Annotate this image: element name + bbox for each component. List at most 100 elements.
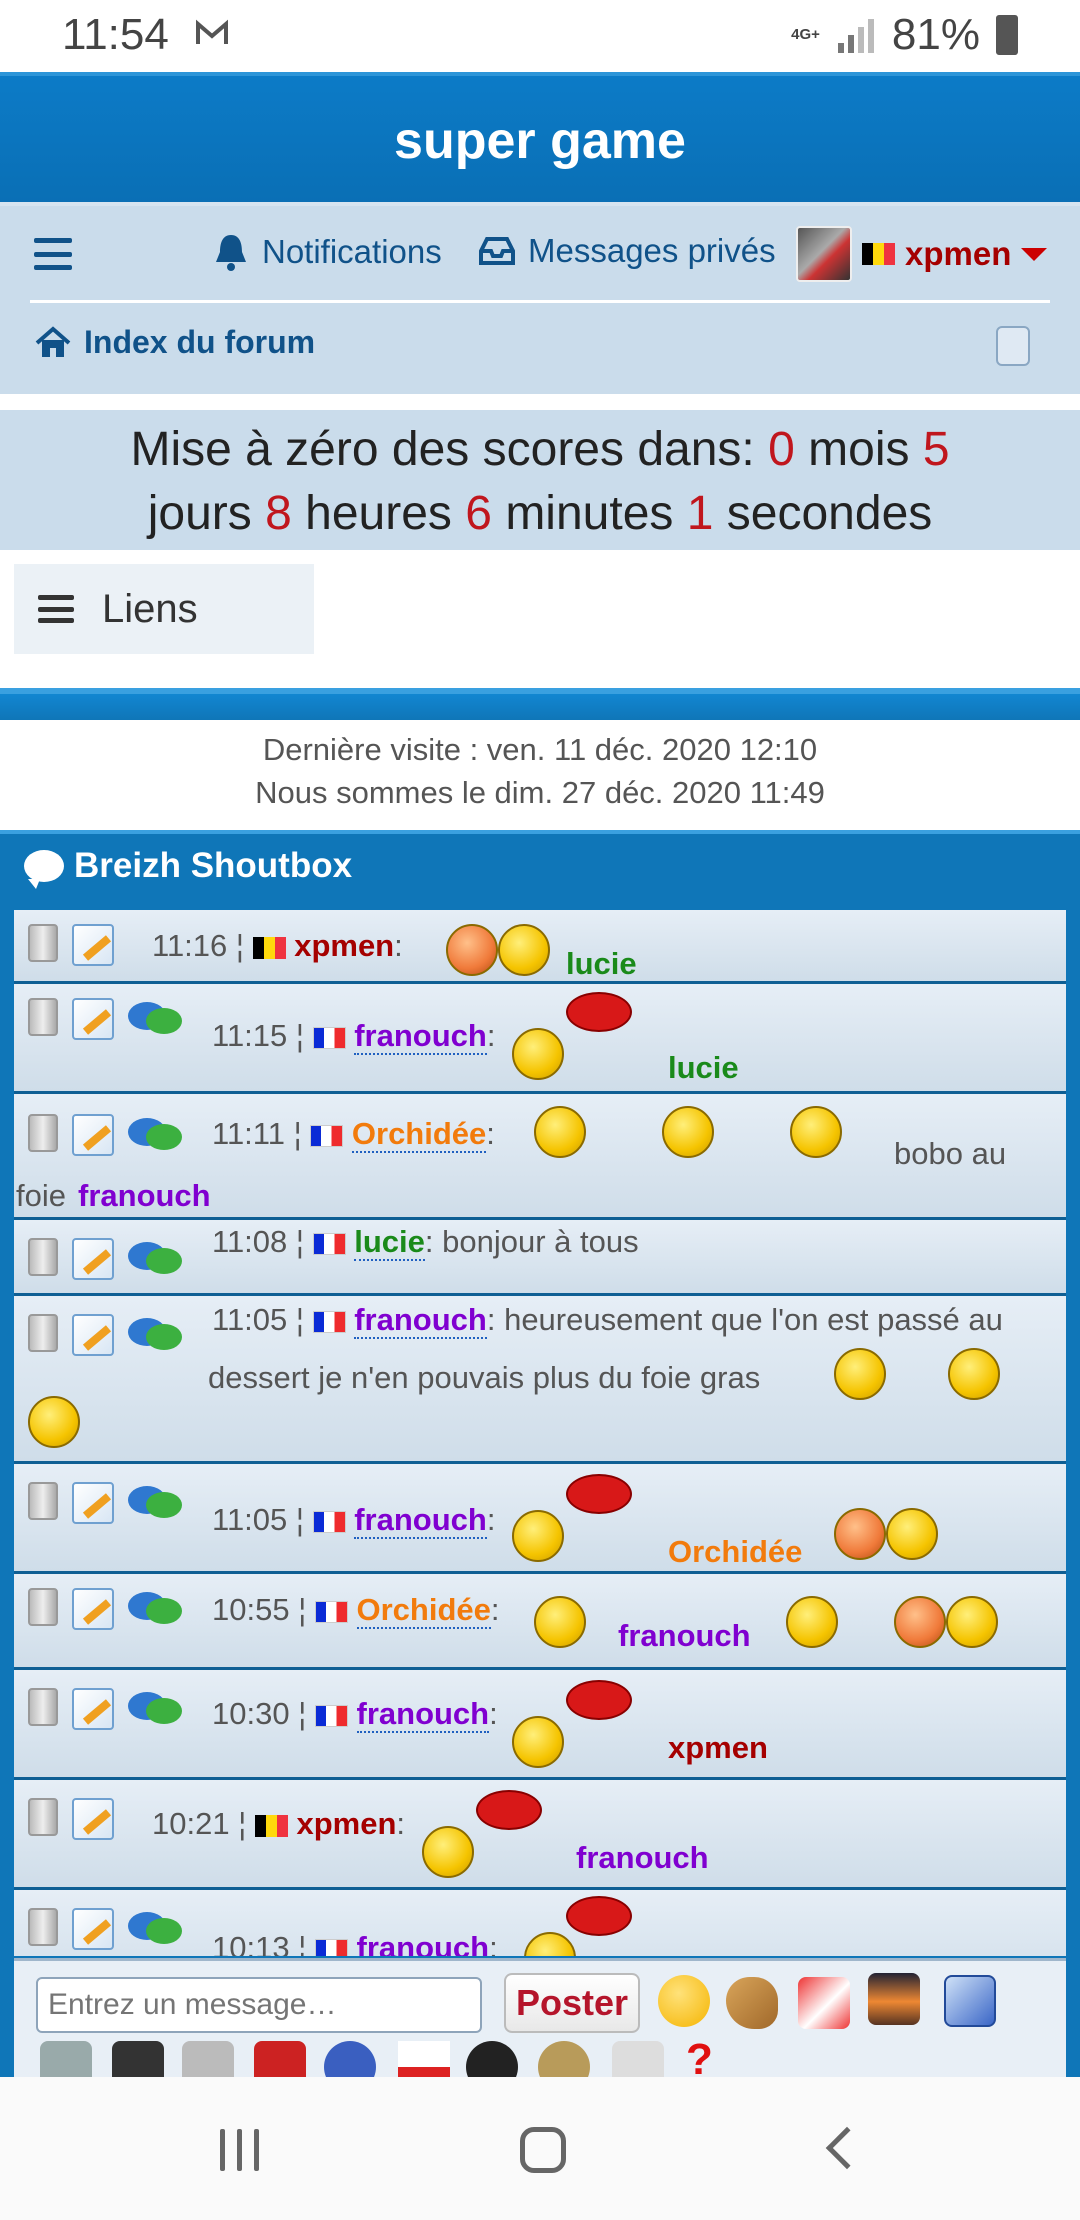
reply-icon[interactable] xyxy=(128,1688,184,1728)
edit-icon[interactable] xyxy=(72,1314,114,1356)
shout-user[interactable]: xpmen xyxy=(297,1806,397,1841)
shout-row: 11:05 ¦ franouch: heureusement que l'on … xyxy=(14,1296,1066,1464)
palette-icon[interactable] xyxy=(726,1977,778,2029)
edit-icon[interactable] xyxy=(72,1798,114,1840)
screen-icon[interactable] xyxy=(944,1975,996,2027)
shout-header: 10:55 ¦ Orchidée: xyxy=(212,1592,500,1629)
format-icon[interactable] xyxy=(798,1977,850,2029)
shout-user[interactable]: Orchidée xyxy=(356,1592,491,1629)
edit-icon[interactable] xyxy=(72,998,114,1040)
megaphone-icon[interactable] xyxy=(254,2041,306,2077)
reply-icon[interactable] xyxy=(128,1482,184,1522)
user-menu[interactable]: xpmen xyxy=(796,226,1048,282)
reply-icon[interactable] xyxy=(128,1908,184,1948)
reply-icon[interactable] xyxy=(128,998,184,1038)
avatar[interactable] xyxy=(796,226,852,282)
links-menu-button[interactable]: Liens xyxy=(14,564,314,654)
trash-icon[interactable] xyxy=(28,1314,58,1352)
shout-user[interactable]: franouch xyxy=(354,1302,487,1339)
mobile-icon[interactable] xyxy=(996,326,1030,366)
warning-icon[interactable] xyxy=(398,2041,450,2077)
shout-user[interactable]: Orchidée xyxy=(351,1116,487,1153)
shoutbox: Breizh Shoutbox 11:16 ¦ xpmen: lucie 11:… xyxy=(0,830,1080,2077)
reply-icon[interactable] xyxy=(128,1314,184,1354)
shout-user[interactable]: franouch xyxy=(354,1018,487,1055)
help-icon[interactable]: ? xyxy=(686,2035,713,2077)
post-button[interactable]: Poster xyxy=(504,1973,640,2033)
smiley-icon xyxy=(834,1508,886,1560)
heart-icon xyxy=(566,992,632,1032)
reply-icon[interactable] xyxy=(128,1114,184,1154)
shout-header: 11:16 ¦ xpmen: xyxy=(152,928,403,964)
smiley-icon xyxy=(28,1396,80,1448)
shout-text: bonjour à tous xyxy=(442,1224,639,1259)
trash-icon[interactable] xyxy=(28,1482,58,1520)
home-button-icon[interactable] xyxy=(520,2127,566,2173)
shout-user[interactable]: lucie xyxy=(354,1224,425,1261)
countdown-hours-label: heures xyxy=(305,487,452,540)
recent-apps-icon[interactable] xyxy=(220,2129,259,2171)
site-title[interactable]: super game xyxy=(0,76,1080,206)
trash-icon[interactable] xyxy=(28,1688,58,1726)
trash-icon[interactable] xyxy=(28,1798,58,1836)
smiley-icon[interactable] xyxy=(658,1975,710,2027)
divider-bar xyxy=(0,688,1080,720)
current-date: Nous sommes le dim. 27 déc. 2020 11:49 xyxy=(255,775,825,810)
chat-bubble-icon xyxy=(24,850,64,889)
trash-icon[interactable] xyxy=(28,998,58,1036)
colon: : xyxy=(486,1116,495,1151)
private-messages-link[interactable]: Messages privés xyxy=(478,232,776,270)
mail-icon xyxy=(196,19,228,44)
tool-icon[interactable] xyxy=(182,2041,234,2077)
edit-icon[interactable] xyxy=(72,1588,114,1630)
signal-icon xyxy=(837,19,874,53)
shout-user[interactable]: franouch xyxy=(354,1502,487,1539)
image-icon[interactable] xyxy=(868,1973,920,2025)
shoutbox-title: Breizh Shoutbox xyxy=(24,846,352,889)
settings-icon[interactable] xyxy=(40,2041,92,2077)
edit-icon[interactable] xyxy=(72,924,114,966)
countdown-prefix: Mise à zéro des scores dans: xyxy=(130,423,755,476)
shout-user[interactable]: xpmen xyxy=(294,928,394,963)
trash-icon[interactable] xyxy=(28,924,58,962)
edit-icon[interactable] xyxy=(72,1908,114,1950)
trash-icon[interactable] xyxy=(28,1588,58,1626)
colon: : xyxy=(394,928,403,963)
shout-user[interactable]: franouch xyxy=(356,1696,490,1733)
reply-icon[interactable] xyxy=(128,1238,184,1278)
france-flag-icon xyxy=(312,1232,346,1255)
france-flag-icon xyxy=(314,1600,348,1623)
heart-icon xyxy=(566,1474,632,1514)
user-icon[interactable] xyxy=(324,2041,376,2077)
breadcrumb[interactable]: Index du forum xyxy=(34,324,315,361)
shout-time: 11:11 ¦ xyxy=(212,1116,302,1151)
edit-icon[interactable] xyxy=(72,1482,114,1524)
edit-icon[interactable] xyxy=(72,1688,114,1730)
speaker-icon[interactable] xyxy=(112,2041,164,2077)
robot-icon[interactable] xyxy=(612,2041,664,2077)
shout-row: 10:55 ¦ Orchidée: franouch xyxy=(14,1574,1066,1670)
shout-header: 11:05 ¦ franouch: xyxy=(212,1502,495,1539)
battery-icon xyxy=(996,15,1018,55)
trash-icon[interactable] xyxy=(28,1238,58,1276)
edit-icon[interactable] xyxy=(72,1238,114,1280)
shout-row: 11:08 ¦ lucie: bonjour à tous xyxy=(14,1220,1066,1296)
shout-row: 11:16 ¦ xpmen: lucie xyxy=(14,910,1066,984)
navbar: Notifications Messages privés xpmen Inde… xyxy=(0,202,1080,394)
edit-icon[interactable] xyxy=(72,1114,114,1156)
shout-time: 11:15 ¦ xyxy=(212,1018,304,1053)
globe-icon[interactable] xyxy=(466,2041,518,2077)
menu-icon[interactable] xyxy=(34,238,72,270)
shout-tag: franouch xyxy=(78,1178,211,1213)
smiley-icon xyxy=(498,924,550,976)
trash-icon[interactable] xyxy=(28,1908,58,1946)
reply-icon[interactable] xyxy=(128,1588,184,1628)
notifications-link[interactable]: Notifications xyxy=(212,232,442,272)
message-input[interactable] xyxy=(36,1977,482,2033)
divider xyxy=(30,300,1050,303)
shoutbox-messages[interactable]: 11:16 ¦ xpmen: lucie 11:15 ¦ franouch: l xyxy=(14,910,1066,1956)
trash-icon[interactable] xyxy=(28,1114,58,1152)
shout-user[interactable]: franouch xyxy=(356,1930,490,1956)
disc-icon[interactable] xyxy=(538,2041,590,2077)
back-icon[interactable] xyxy=(825,2126,869,2170)
